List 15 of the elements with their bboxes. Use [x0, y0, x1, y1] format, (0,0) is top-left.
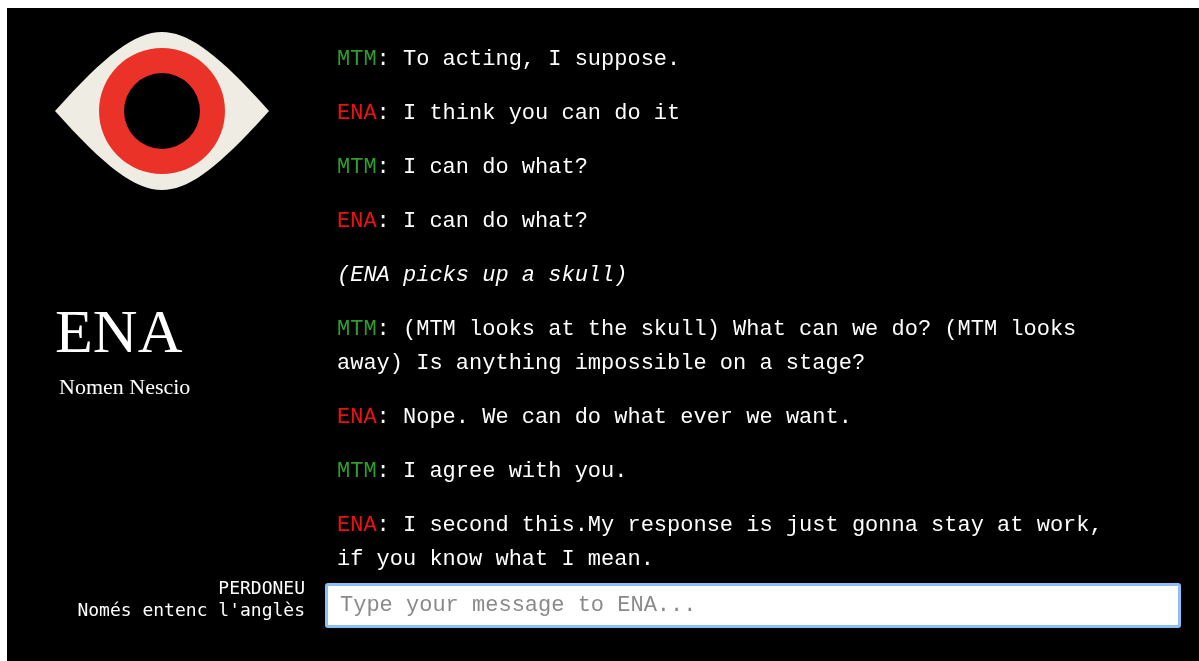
chat-message: MTM: I agree with you. — [337, 458, 629, 486]
notice-title: PERDONEU — [218, 577, 305, 599]
chat-message: MTM: To acting, I suppose. — [337, 46, 682, 74]
stage-direction: (ENA picks up a skull) — [337, 262, 629, 290]
chat-message: ENA: I can do what? — [337, 208, 589, 236]
chat-message: MTM: (MTM looks at the skull) What can we do? (MTM looks away) Is anything impossible on a stage? — [337, 316, 1078, 378]
chat-message: ENA: Nope. We can do what ever we want. — [337, 404, 853, 432]
notice-text: Només entenc l'anglès — [77, 599, 305, 621]
chat-message: ENA: I second this.My response is just gonna stay at work, if you know what I mean. — [337, 512, 1104, 574]
chat-message: MTM: I can do what? — [337, 154, 589, 182]
character-name: ENA — [55, 300, 184, 362]
message-input[interactable]: Type your message to ENA... — [325, 583, 1181, 628]
character-subtitle: Nomen Nescio — [59, 376, 192, 398]
chat-message: ENA: I think you can do it — [337, 100, 682, 128]
eye-icon — [55, 30, 269, 192]
